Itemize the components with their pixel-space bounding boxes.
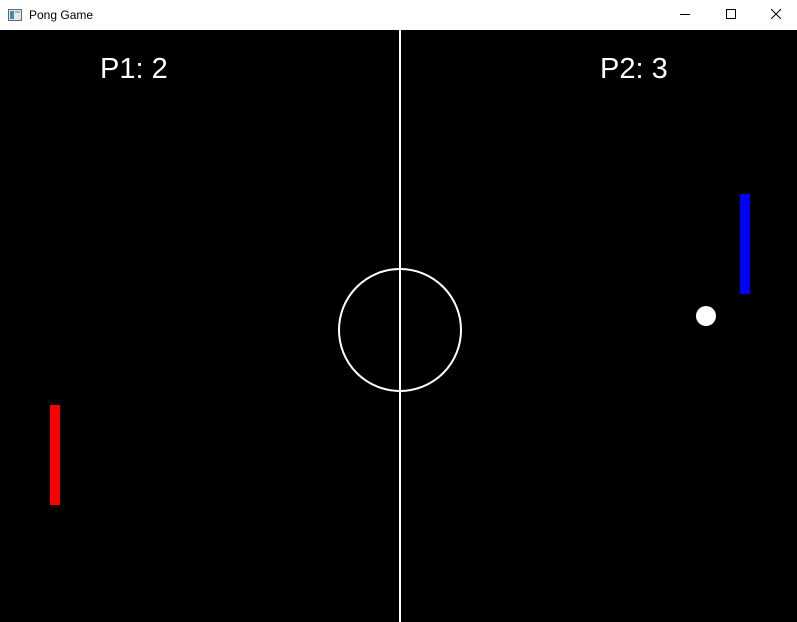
game-canvas[interactable]: P1: 2 P2: 3 — [0, 30, 797, 622]
ball — [696, 306, 716, 326]
maximize-icon — [726, 6, 736, 24]
playing-field — [338, 30, 462, 622]
title-bar[interactable]: Pong Game — [0, 0, 797, 30]
player1-score: P1: 2 — [100, 53, 168, 85]
close-icon — [770, 6, 782, 24]
window-app-icon — [8, 8, 22, 21]
minimize-icon — [680, 6, 690, 24]
maximize-button[interactable] — [708, 0, 754, 30]
window-title: Pong Game — [29, 8, 94, 22]
pong-game-window: Pong Game P1: 2 P2: 3 — [0, 0, 797, 622]
close-button[interactable] — [753, 0, 797, 30]
player2-paddle — [740, 194, 750, 294]
player1-paddle — [50, 405, 60, 505]
minimize-button[interactable] — [662, 0, 708, 30]
player2-score: P2: 3 — [600, 53, 668, 85]
